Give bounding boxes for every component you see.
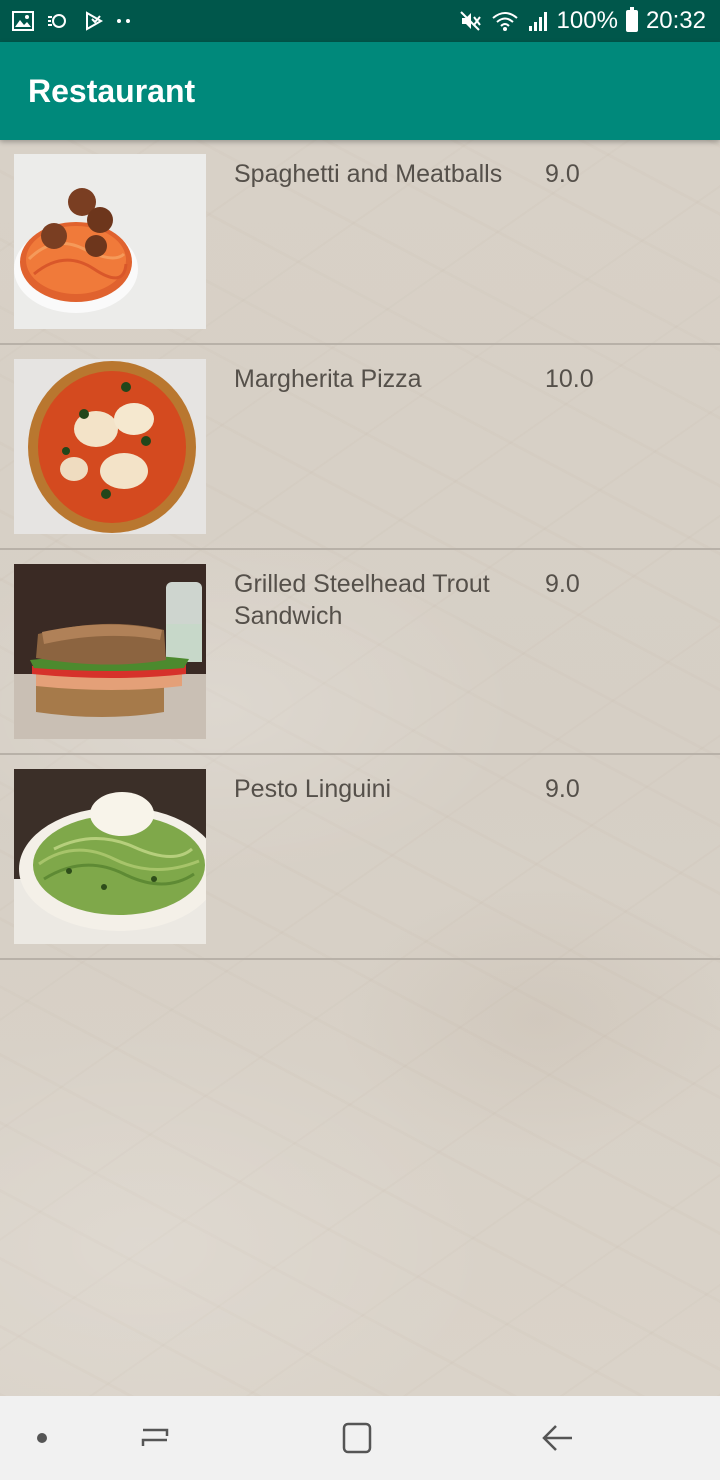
dot-icon[interactable] — [20, 1416, 64, 1460]
menu-list: Spaghetti and Meatballs 9.0 Margherita P… — [0, 140, 720, 960]
menu-item[interactable]: Spaghetti and Meatballs 9.0 — [0, 140, 720, 345]
item-price: 9.0 — [545, 570, 580, 598]
app-bar: Restaurant — [0, 42, 720, 140]
item-price: 9.0 — [545, 160, 580, 188]
recents-icon[interactable] — [133, 1416, 177, 1460]
more-dots-icon — [117, 19, 130, 23]
status-right-icons: 100% 20:32 — [459, 7, 706, 35]
item-name: Pesto Linguini — [234, 775, 392, 803]
wifi-icon — [491, 12, 518, 31]
gallery-icon — [12, 11, 34, 31]
trout-sandwich-photo — [14, 564, 206, 739]
content-area: Spaghetti and Meatballs 9.0 Margherita P… — [0, 140, 720, 1396]
battery-icon — [625, 7, 638, 32]
item-price: 10.0 — [545, 365, 594, 393]
item-price: 9.0 — [545, 775, 580, 803]
status-left-icons — [12, 11, 132, 31]
app-title: Restaurant — [28, 72, 196, 109]
back-icon[interactable] — [536, 1416, 580, 1460]
menu-item[interactable]: Margherita Pizza 10.0 — [0, 345, 720, 550]
menu-item[interactable]: Grilled Steelhead Trout Sandwich 9.0 — [0, 550, 720, 755]
margherita-pizza-photo — [14, 359, 206, 534]
item-name: Spaghetti and Meatballs — [234, 160, 503, 188]
signal-icon — [528, 12, 547, 31]
menu-item[interactable]: Pesto Linguini 9.0 — [0, 755, 720, 960]
item-name: Grilled Steelhead Trout Sandwich — [234, 570, 490, 630]
home-icon[interactable] — [334, 1416, 378, 1460]
clock: 20:32 — [645, 7, 706, 34]
item-name: Margherita Pizza — [234, 365, 422, 393]
spaghetti-meatballs-photo — [14, 154, 206, 329]
download-icon — [86, 11, 104, 31]
pesto-linguini-photo — [14, 769, 206, 944]
battery-percentage: 100% — [556, 7, 618, 34]
status-bar: 100% 20:32 — [0, 0, 720, 42]
navigation-bar — [0, 1396, 720, 1480]
mute-icon — [459, 11, 481, 31]
sync-icon — [48, 14, 66, 28]
